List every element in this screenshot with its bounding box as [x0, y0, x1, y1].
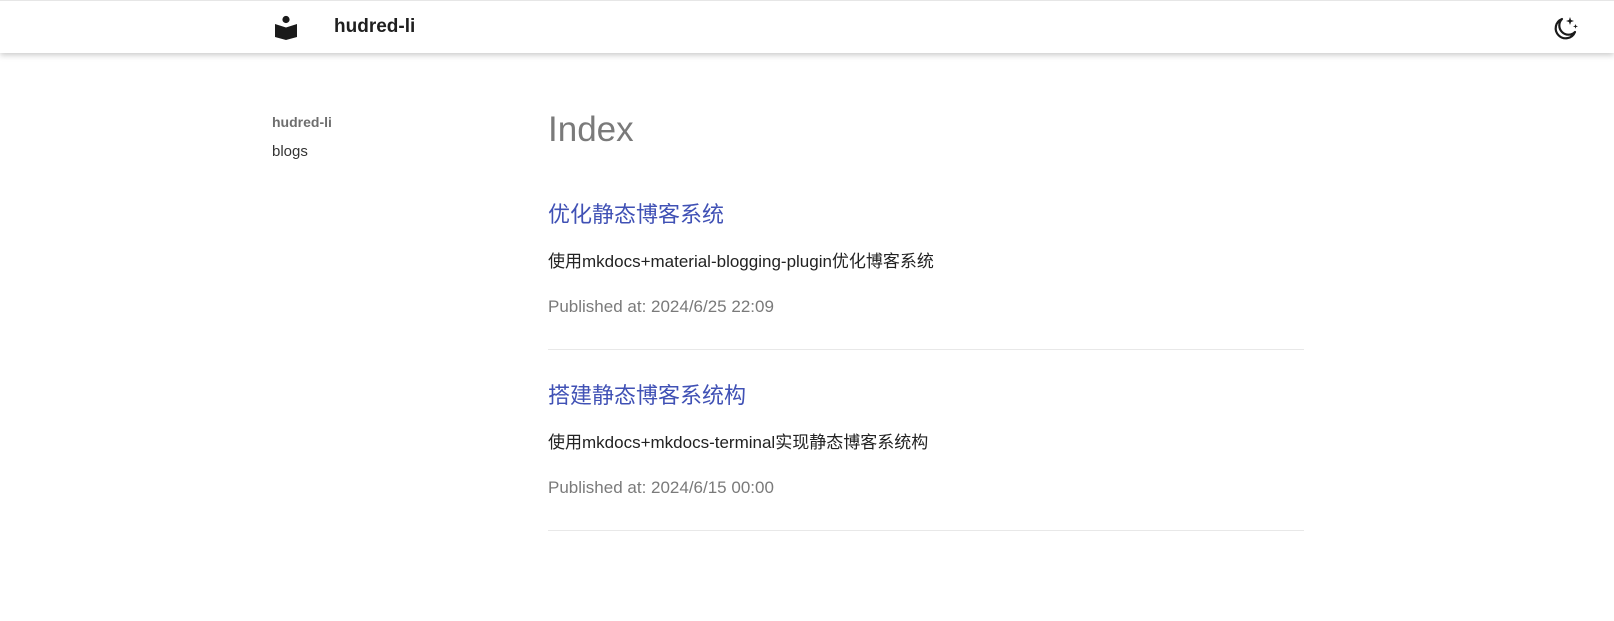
- top-header: hudred-li: [0, 0, 1614, 53]
- moon-stars-icon[interactable]: [1551, 15, 1579, 41]
- main-content: Index 优化静态博客系统 使用mkdocs+material-bloggin…: [548, 104, 1304, 531]
- sidebar-item-blogs[interactable]: blogs: [272, 142, 472, 162]
- post-description: 使用mkdocs+mkdocs-terminal实现静态博客系统构: [548, 433, 929, 452]
- post-published-date: Published at: 2024/6/15 00:00: [548, 478, 774, 497]
- post-item: 优化静态博客系统 使用mkdocs+material-blogging-plug…: [548, 201, 1304, 350]
- reading-book-icon[interactable]: [272, 15, 300, 41]
- site-title[interactable]: hudred-li: [334, 15, 415, 39]
- post-title-link[interactable]: 优化静态博客系统: [548, 201, 1304, 229]
- post-published-date: Published at: 2024/6/25 22:09: [548, 297, 774, 316]
- page-title: Index: [548, 110, 634, 149]
- sidebar-title: hudred-li: [272, 114, 332, 130]
- post-description: 使用mkdocs+material-blogging-plugin优化博客系统: [548, 252, 934, 271]
- post-item: 搭建静态博客系统构 使用mkdocs+mkdocs-terminal实现静态博客…: [548, 382, 1304, 531]
- post-title-link[interactable]: 搭建静态博客系统构: [548, 382, 1304, 410]
- sidebar-nav: hudred-li blogs: [272, 112, 472, 162]
